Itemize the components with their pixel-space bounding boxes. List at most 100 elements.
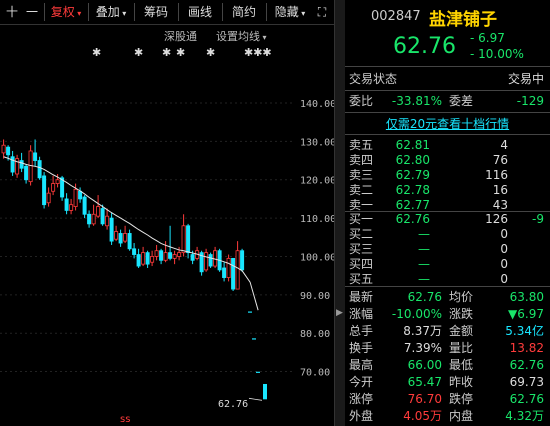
stats-row: 最高 66.00 最低 62.76 (345, 357, 550, 374)
event-marker[interactable]: ✱ (134, 46, 143, 59)
candle[interactable] (159, 250, 164, 261)
candle[interactable] (6, 146, 11, 156)
candle[interactable] (145, 252, 150, 265)
sell-row[interactable]: 卖二 62.78 16 (345, 183, 550, 198)
candle[interactable] (19, 160, 24, 169)
candle[interactable] (141, 252, 146, 265)
candle[interactable] (150, 256, 155, 263)
candle[interactable] (109, 217, 114, 242)
order-ratio-value: -33.81% (391, 94, 442, 108)
candle[interactable] (37, 160, 42, 179)
adjust-label: 复权 (50, 5, 75, 19)
candle[interactable] (105, 215, 110, 227)
candle[interactable] (73, 188, 78, 207)
candle[interactable] (118, 233, 123, 244)
overlay-button[interactable]: 叠加 ▾ (92, 3, 130, 21)
candle[interactable] (64, 198, 69, 211)
sell-volume: 4 (500, 138, 508, 152)
candle[interactable] (123, 233, 128, 242)
hide-button[interactable]: 隐藏 ▾ (270, 3, 310, 21)
order-ratio-row: 委比 -33.81% 委差 -129 (345, 93, 550, 110)
sell-row[interactable]: 卖五 62.81 4 (345, 138, 550, 153)
sell-volume: 76 (492, 153, 508, 167)
hk-connect-link[interactable]: 深股通 (164, 28, 197, 44)
draw-line-button[interactable]: 画线 (182, 3, 218, 21)
buy-volume-delta: -9 (532, 212, 544, 226)
candle[interactable] (69, 204, 74, 211)
candlestick-chart[interactable]: 140.00 130.00 120.00 110.00 100.00 90.00 80.00… (0, 60, 334, 426)
candle[interactable] (177, 252, 182, 257)
candle[interactable] (136, 254, 141, 267)
stat-value: 65.47 (407, 375, 442, 389)
candle[interactable] (208, 254, 213, 267)
candle[interactable] (190, 254, 195, 261)
buy-row[interactable]: 买二 — 0 (345, 227, 550, 242)
stat-value: 7.39% (403, 341, 442, 355)
candle[interactable] (10, 156, 15, 173)
simple-mode-button[interactable]: 简约 (226, 3, 262, 21)
chevron-right-icon[interactable]: ▶ (336, 308, 343, 318)
event-marker[interactable]: ✱✱✱ (244, 46, 272, 59)
candle[interactable] (87, 213, 92, 225)
sell-level-label: 卖二 (349, 183, 374, 197)
candle[interactable] (1, 144, 6, 154)
candle[interactable] (51, 183, 56, 192)
chart-toolbar: 十 一 复权 ▾ 叠加 ▾ 筹码 画线 简约 隐藏 ▾ ⛶ (0, 0, 334, 25)
sell-row[interactable]: 卖四 62.80 76 (345, 153, 550, 168)
event-marker[interactable]: ✱ (176, 46, 185, 59)
event-marker[interactable]: ✱ (92, 46, 101, 59)
candle[interactable] (172, 254, 177, 259)
candle[interactable] (100, 208, 105, 225)
level10-promo-link[interactable]: 仅需20元查看十档行情 (345, 115, 550, 132)
event-marker[interactable]: ✱ (162, 46, 171, 59)
stat-value: 8.37万 (403, 324, 442, 338)
stat-value: -10.00% (391, 307, 442, 321)
stat-value: 13.82 (509, 341, 544, 355)
buy-price: — (418, 242, 430, 256)
candle[interactable] (235, 250, 240, 290)
buy-row[interactable]: 买四 — 0 (345, 257, 550, 272)
candle[interactable] (24, 165, 29, 181)
last-price: 62.76 (393, 34, 456, 59)
event-marker[interactable]: ✱ (206, 46, 215, 59)
ma-settings-button[interactable]: 设置均线 ▾ (216, 28, 267, 44)
buy-row[interactable]: 买一 62.76 126 -9 (345, 212, 550, 227)
buy-price: — (418, 272, 430, 286)
sell-level-label: 卖四 (349, 153, 374, 167)
stats-row: 涨停 76.70 跌停 62.76 (345, 391, 550, 408)
candle[interactable] (222, 267, 227, 278)
fullscreen-icon[interactable]: ⛶ (314, 3, 330, 21)
candle[interactable] (42, 175, 47, 206)
candle[interactable] (28, 150, 33, 183)
candle[interactable] (33, 152, 38, 161)
candle[interactable] (231, 257, 236, 290)
stat-label: 内盘 (449, 409, 474, 423)
buy-row[interactable]: 买三 — 0 (345, 242, 550, 257)
candle[interactable] (46, 192, 51, 204)
candle[interactable] (96, 206, 101, 217)
zoom-out-button[interactable]: 一 (24, 3, 40, 21)
crosshair-button[interactable]: 十 (4, 3, 20, 21)
candle[interactable] (114, 231, 119, 240)
candle[interactable] (55, 179, 60, 184)
chips-button[interactable]: 筹码 (138, 3, 174, 21)
adjust-button[interactable]: 复权 ▾ (48, 3, 84, 21)
quote-panel: 002847 盐津铺子 62.76 - 6.97 - 10.00% 交易状态 交… (345, 0, 550, 426)
candle[interactable] (181, 225, 186, 254)
candle[interactable] (127, 233, 132, 250)
candle[interactable] (204, 252, 209, 271)
candle[interactable] (78, 190, 83, 200)
buy-row[interactable]: 买五 — 0 (345, 272, 550, 287)
candle[interactable] (132, 248, 137, 255)
candle[interactable] (186, 225, 191, 254)
candle[interactable] (154, 250, 159, 257)
candle[interactable] (82, 196, 87, 215)
last-candle[interactable] (263, 383, 267, 400)
candle[interactable] (168, 252, 173, 259)
candle[interactable] (226, 257, 231, 278)
candle[interactable] (91, 213, 96, 225)
candle[interactable] (240, 250, 245, 271)
sell-row[interactable]: 卖三 62.79 116 (345, 168, 550, 183)
buy-volume: 0 (500, 257, 508, 271)
candle[interactable] (163, 252, 168, 261)
